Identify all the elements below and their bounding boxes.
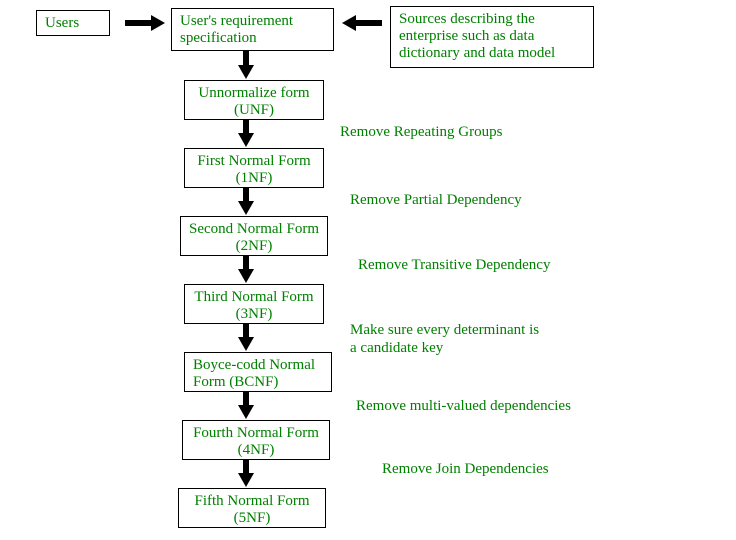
arrow-line [243,256,249,270]
transition-1: Remove Repeating Groups [340,124,502,141]
nf1-box: First Normal Form (1NF) [184,148,324,188]
arrow-line [243,188,249,202]
unf-l2: (UNF) [234,102,274,118]
nf3-box: Third Normal Form (3NF) [184,284,324,324]
transition-3: Remove Transitive Dependency [358,257,550,274]
nf5-l1: Fifth Normal Form [195,493,310,509]
nf2-l2: (2NF) [236,238,273,254]
nf3-l2: (3NF) [236,306,273,322]
arrow-head-right-icon [151,15,165,31]
arrow-line [243,51,249,65]
arrow-head-down-icon [238,201,254,215]
unf-box: Unnormalize form (UNF) [184,80,324,120]
nf2-l1: Second Normal Form [189,221,319,237]
arrow-head-down-icon [238,337,254,351]
bcnf-l1: Boyce-codd Normal [193,357,315,373]
arrow-line [243,460,249,474]
sources-box: Sources describing the enterprise such a… [390,6,594,68]
transition-2: Remove Partial Dependency [350,192,522,209]
nf5-box: Fifth Normal Form (5NF) [178,488,326,528]
bcnf-l2: Form (BCNF) [193,374,278,390]
nf4-box: Fourth Normal Form (4NF) [182,420,330,460]
nf4-l1: Fourth Normal Form [193,425,319,441]
sources-text: Sources describing the enterprise such a… [399,11,555,61]
nf3-l1: Third Normal Form [194,289,313,305]
transition-4a: Make sure every determinant is [350,322,539,339]
spec-box: User's requirement specification [171,8,334,51]
nf2-box: Second Normal Form (2NF) [180,216,328,256]
arrow-head-down-icon [238,65,254,79]
users-text: Users [45,15,79,31]
nf5-l2: (5NF) [234,510,271,526]
nf1-l1: First Normal Form [197,153,310,169]
arrow-head-down-icon [238,405,254,419]
arrow-line [243,392,249,406]
transition-6: Remove Join Dependencies [382,461,549,478]
arrow-head-down-icon [238,269,254,283]
transition-5: Remove multi-valued dependencies [356,398,571,415]
arrow-line [243,324,249,338]
arrow-head-down-icon [238,473,254,487]
nf1-l2: (1NF) [236,170,273,186]
users-box: Users [36,10,110,36]
arrow-head-down-icon [238,133,254,147]
transition-4b: a candidate key [350,340,443,357]
unf-l1: Unnormalize form [198,85,309,101]
arrow-line [243,120,249,134]
arrow-line [356,20,382,26]
nf4-l2: (4NF) [238,442,275,458]
bcnf-box: Boyce-codd Normal Form (BCNF) [184,352,332,392]
arrow-line [125,20,151,26]
spec-text: User's requirement specification [180,13,293,46]
arrow-head-left-icon [342,15,356,31]
